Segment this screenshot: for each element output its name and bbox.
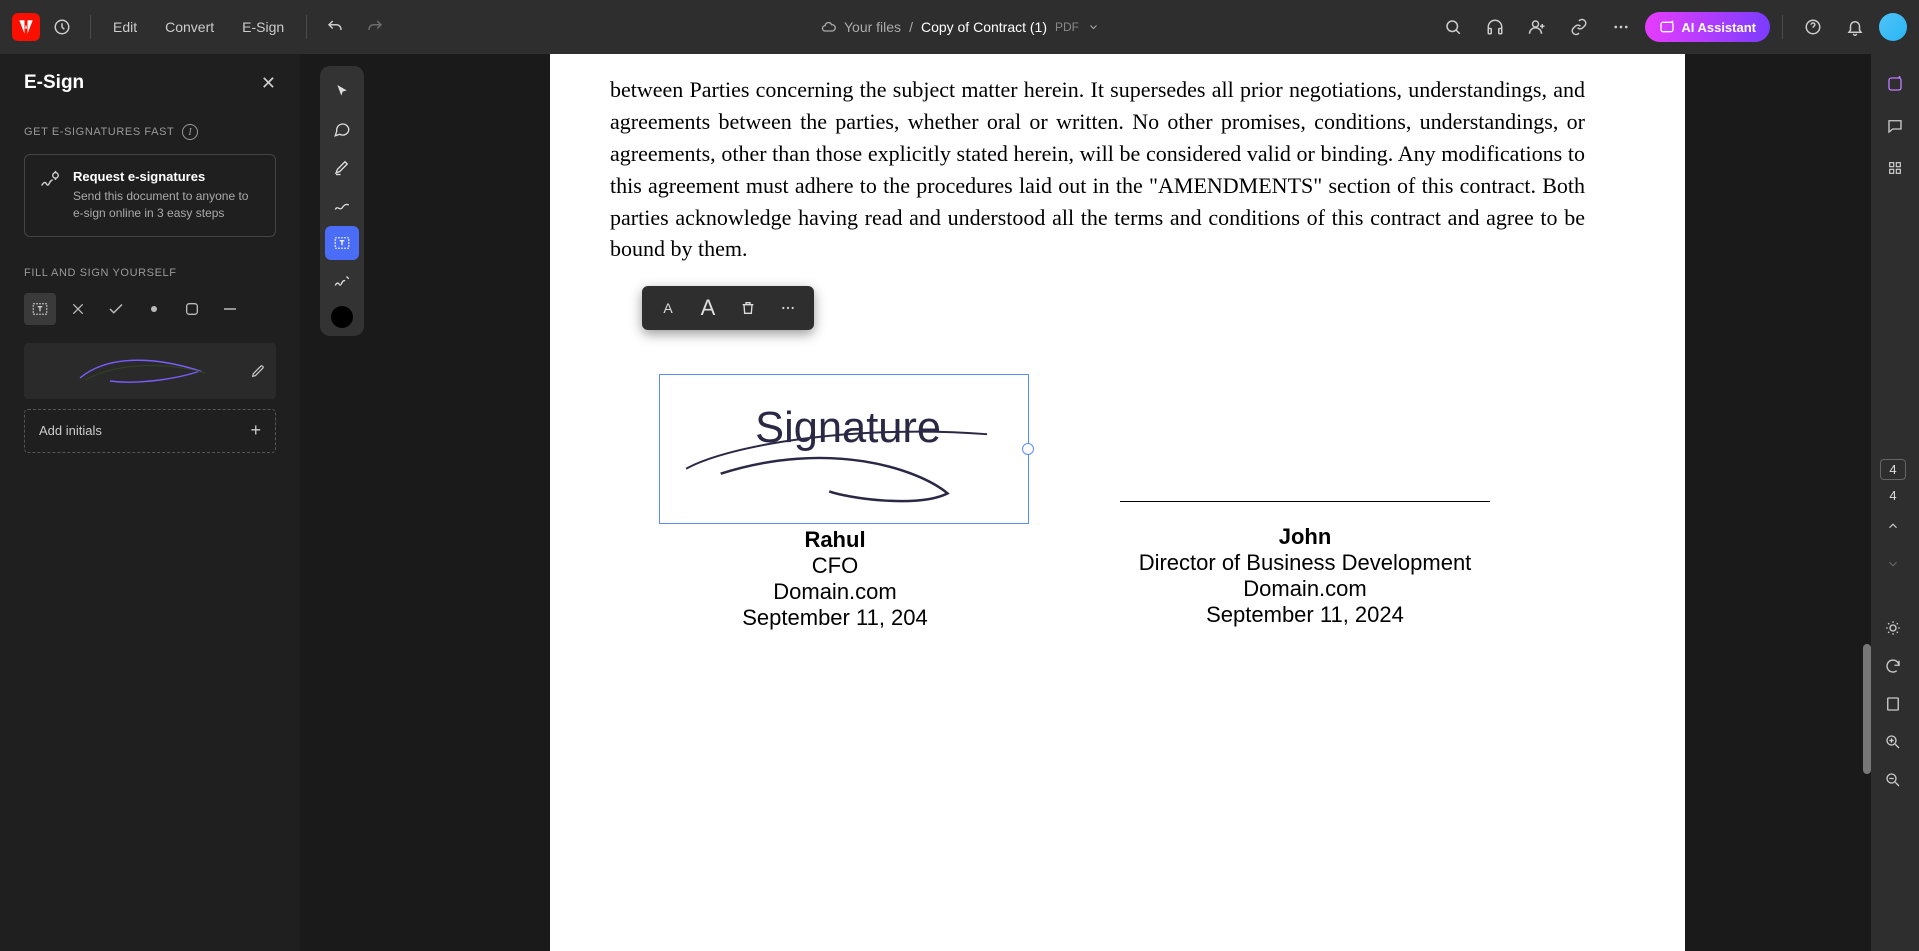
signature-edit-toolbar: A A: [642, 286, 814, 330]
signer-name: Rahul: [650, 527, 1020, 553]
ai-assistant-button[interactable]: AI Assistant: [1645, 12, 1770, 42]
headphones-icon[interactable]: [1477, 9, 1513, 45]
delete-icon[interactable]: [730, 290, 766, 326]
page-up-icon[interactable]: [1878, 511, 1908, 541]
page-zoom-controls: 4 4: [1875, 459, 1911, 795]
info-icon[interactable]: i: [182, 124, 198, 140]
add-initials-button[interactable]: Add initials +: [24, 409, 276, 453]
increase-font-button[interactable]: A: [690, 290, 726, 326]
esign-menu[interactable]: E-Sign: [230, 13, 296, 41]
chevron-down-icon[interactable]: [1087, 21, 1099, 33]
close-icon[interactable]: ✕: [261, 73, 276, 94]
pointer-tool[interactable]: [325, 74, 359, 108]
page-number-box[interactable]: 4: [1880, 459, 1905, 480]
more-icon[interactable]: [770, 290, 806, 326]
signer-role: Director of Business Development: [1120, 550, 1490, 576]
pdf-page: between Parties concerning the subject m…: [550, 54, 1685, 951]
signature-field[interactable]: Signature: [659, 374, 1029, 524]
draw-tool[interactable]: [325, 188, 359, 222]
highlight-tool[interactable]: [325, 150, 359, 184]
request-title: Request e-signatures: [73, 169, 261, 184]
bell-icon[interactable]: [1837, 9, 1873, 45]
help-icon[interactable]: [1795, 9, 1831, 45]
breadcrumb: Your files / Copy of Contract (1) PDF: [820, 19, 1099, 35]
textbox-tool[interactable]: [325, 226, 359, 260]
redo-icon[interactable]: [357, 9, 393, 45]
sign-tool[interactable]: [325, 264, 359, 298]
fill-sign-section-label: FILL AND SIGN YOURSELF: [24, 267, 276, 279]
text-tool[interactable]: [24, 293, 56, 325]
plus-icon: +: [250, 420, 261, 441]
undo-icon[interactable]: [317, 9, 353, 45]
signature-line: [1120, 501, 1490, 502]
ai-label: AI Assistant: [1681, 20, 1756, 35]
user-avatar[interactable]: [1879, 13, 1907, 41]
color-swatch[interactable]: [331, 306, 353, 328]
link-icon[interactable]: [1561, 9, 1597, 45]
signature-preview[interactable]: [24, 343, 276, 399]
circle-tool[interactable]: [176, 293, 208, 325]
signature-request-icon: [39, 169, 61, 222]
document-viewport[interactable]: between Parties concerning the subject m…: [364, 54, 1871, 951]
signer-domain: Domain.com: [1120, 576, 1490, 602]
breadcrumb-current[interactable]: Copy of Contract (1): [921, 19, 1047, 35]
divider: [90, 15, 91, 39]
apps-icon[interactable]: [1879, 152, 1911, 184]
cloud-icon: [820, 19, 836, 35]
fit-width-icon[interactable]: [1878, 689, 1908, 719]
line-tool[interactable]: [214, 293, 246, 325]
signer-date: September 11, 2024: [1120, 602, 1490, 628]
signer-date: September 11, 204: [650, 605, 1020, 631]
signer-block-2: John Director of Business Development Do…: [1120, 501, 1490, 631]
theme-icon[interactable]: [1878, 613, 1908, 643]
request-desc: Send this document to anyone to e-sign o…: [73, 188, 261, 222]
comments-panel-icon[interactable]: [1879, 110, 1911, 142]
signer-role: CFO: [650, 553, 1020, 579]
rotate-icon[interactable]: [1878, 651, 1908, 681]
ai-panel-icon[interactable]: [1879, 68, 1911, 100]
divider: [306, 15, 307, 39]
esign-panel: E-Sign ✕ GET E-SIGNATURES FAST i Request…: [0, 54, 300, 951]
page-total: 4: [1889, 488, 1896, 503]
breadcrumb-root[interactable]: Your files: [844, 19, 901, 35]
signature-text: Signature: [755, 404, 941, 452]
adobe-logo[interactable]: [12, 13, 40, 41]
signer-name: John: [1120, 524, 1490, 550]
edit-menu[interactable]: Edit: [101, 13, 149, 41]
divider: [1782, 15, 1783, 39]
recent-icon[interactable]: [44, 9, 80, 45]
search-icon[interactable]: [1435, 9, 1471, 45]
convert-menu[interactable]: Convert: [153, 13, 226, 41]
topbar: Edit Convert E-Sign Your files / Copy of…: [0, 0, 1919, 54]
cross-tool[interactable]: [62, 293, 94, 325]
file-type: PDF: [1055, 20, 1079, 34]
share-user-icon[interactable]: [1519, 9, 1555, 45]
comment-tool[interactable]: [325, 112, 359, 146]
scrollbar-thumb[interactable]: [1863, 644, 1871, 774]
vertical-toolstrip: [320, 66, 364, 336]
decrease-font-button[interactable]: A: [650, 290, 686, 326]
request-esignatures-card[interactable]: Request e-signatures Send this document …: [24, 154, 276, 237]
panel-title: E-Sign: [24, 72, 84, 94]
signer-domain: Domain.com: [650, 579, 1020, 605]
page-down-icon[interactable]: [1878, 549, 1908, 579]
more-icon[interactable]: [1603, 9, 1639, 45]
contract-paragraph: between Parties concerning the subject m…: [610, 74, 1585, 265]
edit-signature-icon[interactable]: [250, 363, 266, 379]
zoom-in-icon[interactable]: [1878, 727, 1908, 757]
get-esign-section-label: GET E-SIGNATURES FAST i: [24, 124, 276, 140]
resize-handle[interactable]: [1022, 443, 1034, 455]
zoom-out-icon[interactable]: [1878, 765, 1908, 795]
dot-tool[interactable]: [138, 293, 170, 325]
check-tool[interactable]: [100, 293, 132, 325]
